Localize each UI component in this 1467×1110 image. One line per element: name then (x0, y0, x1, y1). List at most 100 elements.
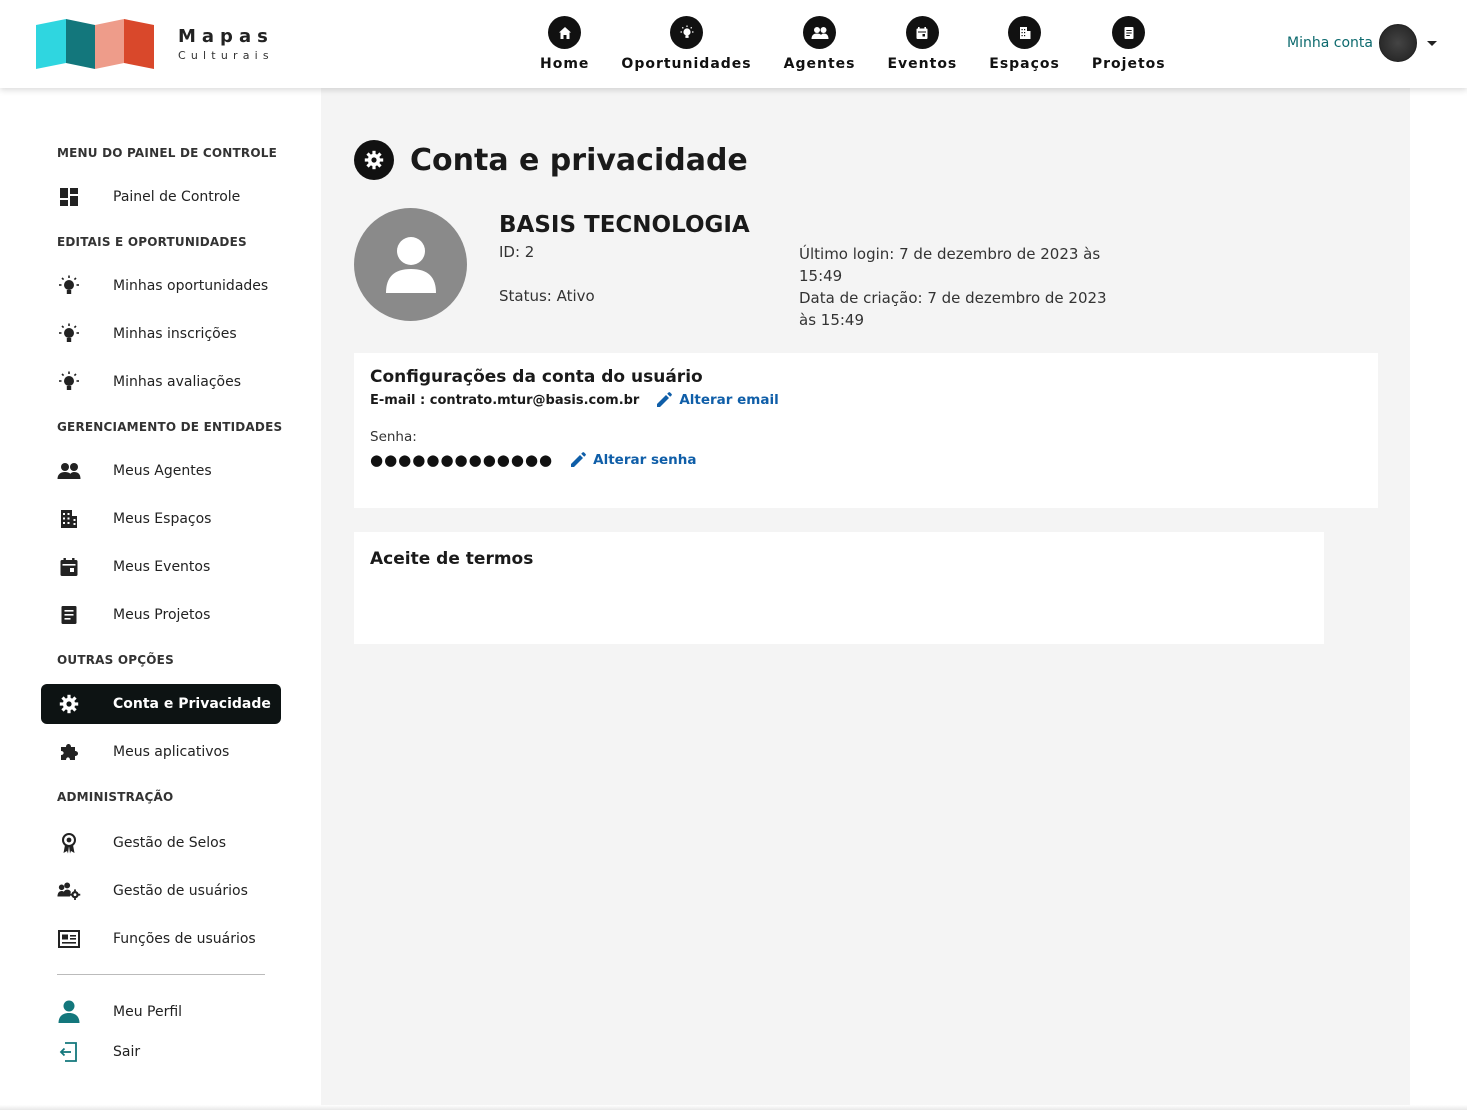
account-avatar (1379, 24, 1417, 62)
nav-espacos-label: Espaços (989, 56, 1060, 72)
sidebar-heading-control: MENU DO PAINEL DE CONTROLE (57, 146, 278, 160)
sidebar-item-dashboard[interactable]: Painel de Controle (41, 177, 281, 217)
mapas-culturais-logo[interactable]: Mapas Culturais (36, 18, 286, 70)
profile-status: Status: Ativo (499, 287, 595, 305)
sidebar-item-label: Funções de usuários (113, 931, 256, 947)
terms-card: Aceite de termos (354, 532, 1324, 644)
sidebar-item-my-projects[interactable]: Meus Projetos (41, 595, 281, 635)
sidebar-heading-editais: EDITAIS E OPORTUNIDADES (57, 235, 247, 249)
pencil-icon (571, 452, 587, 467)
sidebar-item-user-roles[interactable]: Funções de usuários (41, 919, 281, 959)
sidebar-item-label: Minhas avaliações (113, 374, 242, 390)
sidebar-item-account-privacy[interactable]: Conta e Privacidade (41, 684, 281, 724)
user-icon (385, 236, 436, 293)
change-password-label: Alterar senha (593, 452, 697, 468)
dashboard-icon (57, 185, 81, 209)
profile-avatar (354, 208, 467, 321)
page-header: Conta e privacidade (354, 140, 748, 180)
account-menu[interactable]: Minha conta (1287, 24, 1437, 62)
profile-id: ID: 2 (499, 243, 535, 261)
nav-espacos[interactable]: Espaços (989, 16, 1060, 72)
change-email-link[interactable]: Alterar email (655, 391, 779, 409)
nav-projetos-label: Projetos (1091, 56, 1166, 72)
sidebar-item-my-spaces[interactable]: Meus Espaços (41, 499, 281, 539)
sidebar-item-my-profile[interactable]: Meu Perfil (41, 992, 281, 1032)
sidebar-item-seals[interactable]: Gestão de Selos (41, 823, 281, 863)
sidebar-item-label: Meus Espaços (113, 511, 212, 527)
sidebar-item-label: Meus Eventos (113, 559, 211, 575)
profile-last-login: Último login: 7 de dezembro de 2023 às 1… (799, 245, 1101, 285)
sidebar-item-label: Meus Agentes (113, 463, 212, 479)
logo-subtitle: Culturais (178, 49, 274, 62)
sidebar-item-user-management[interactable]: Gestão de usuários (41, 871, 281, 911)
password-label: Senha: (370, 429, 417, 445)
sidebar-heading-entities: GERENCIAMENTO DE ENTIDADES (57, 420, 283, 434)
sidebar-item-my-events[interactable]: Meus Eventos (41, 547, 281, 587)
seal-icon (57, 831, 81, 855)
account-settings-title: Configurações da conta do usuário (370, 367, 703, 387)
top-header: Mapas Culturais Home Oportunidades Agent… (0, 0, 1467, 88)
sidebar-item-label: Meus aplicativos (113, 744, 230, 760)
profile-created-date: Data de criação: 7 de dezembro de 2023 à… (799, 289, 1107, 329)
sidebar-item-label: Sair (113, 1044, 141, 1060)
sidebar-item-label: Gestão de Selos (113, 835, 227, 851)
lightbulb-icon (57, 370, 81, 394)
change-password-link[interactable]: Alterar senha (569, 451, 697, 469)
lightbulb-icon (57, 274, 81, 298)
user-icon (57, 1000, 81, 1024)
people-icon (803, 16, 837, 49)
sidebar-heading-other: OUTRAS OPÇÕES (57, 653, 174, 667)
logout-icon (57, 1040, 81, 1064)
sidebar-divider (57, 974, 265, 975)
home-icon (548, 16, 582, 49)
people-icon (57, 459, 81, 483)
gear-icon (57, 692, 81, 716)
document-icon (57, 603, 81, 627)
main-content: Conta e privacidade BASIS TECNOLOGIA ID:… (321, 88, 1410, 1110)
nav-agentes-label: Agentes (783, 56, 856, 72)
nav-oportunidades[interactable]: Oportunidades (621, 16, 751, 72)
calendar-icon (905, 16, 939, 49)
sidebar-item-label: Minhas inscrições (113, 326, 237, 342)
password-row: ●●●●●●●●●●●●● Alterar senha (370, 451, 697, 469)
sidebar-item-label: Gestão de usuários (113, 883, 248, 899)
page-bottom-edge (0, 1105, 1467, 1110)
sidebar-item-label: Minhas oportunidades (113, 278, 269, 294)
pencil-icon (657, 392, 673, 407)
nav-eventos[interactable]: Eventos (887, 16, 957, 72)
profile-name: BASIS TECNOLOGIA (499, 212, 750, 238)
password-mask: ●●●●●●●●●●●●● (370, 451, 554, 469)
nav-home[interactable]: Home (540, 16, 589, 72)
sidebar-item-my-opportunities[interactable]: Minhas oportunidades (41, 266, 281, 306)
email-value: E-mail : contrato.mtur@basis.com.br (370, 392, 640, 408)
caret-down-icon (1427, 40, 1437, 46)
change-email-label: Alterar email (679, 392, 779, 408)
sidebar-item-logout[interactable]: Sair (41, 1032, 281, 1072)
page-title: Conta e privacidade (410, 142, 748, 178)
sidebar-item-my-agents[interactable]: Meus Agentes (41, 451, 281, 491)
building-icon (57, 507, 81, 531)
account-settings-card: Configurações da conta do usuário E-mail… (354, 353, 1378, 508)
lightbulb-icon (670, 16, 704, 49)
nav-agentes[interactable]: Agentes (784, 16, 856, 72)
logo-mark-icon (36, 19, 154, 69)
logo-text: Mapas Culturais (178, 26, 274, 62)
nav-home-label: Home (540, 56, 590, 72)
sidebar-item-my-apps[interactable]: Meus aplicativos (41, 732, 281, 772)
sidebar-item-my-evaluations[interactable]: Minhas avaliações (41, 362, 281, 402)
sidebar-item-label: Meus Projetos (113, 607, 211, 623)
logo-title: Mapas (178, 26, 274, 47)
terms-title: Aceite de termos (370, 549, 534, 569)
main-nav: Home Oportunidades Agentes Eventos Espaç… (540, 16, 1198, 72)
sidebar-item-label: Meu Perfil (113, 1004, 183, 1020)
nav-projetos[interactable]: Projetos (1092, 16, 1166, 72)
sidebar-heading-admin: ADMINISTRAÇÃO (57, 790, 174, 804)
nav-oportunidades-label: Oportunidades (621, 56, 752, 72)
puzzle-icon (57, 740, 81, 764)
calendar-icon (57, 555, 81, 579)
document-icon (1112, 16, 1146, 49)
account-label: Minha conta (1287, 35, 1373, 51)
gear-icon (354, 140, 394, 180)
sidebar-item-my-registrations[interactable]: Minhas inscrições (41, 314, 281, 354)
sidebar-item-label: Painel de Controle (113, 189, 241, 205)
